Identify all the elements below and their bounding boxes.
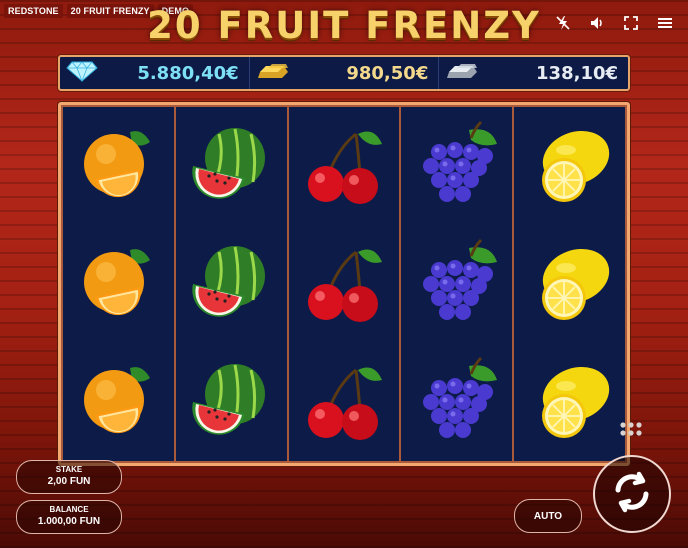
jackpot-diamond: 5.880,40€ xyxy=(60,57,250,89)
grapes-symbol xyxy=(411,118,503,214)
reel-1 xyxy=(63,107,174,461)
lemon-symbol xyxy=(524,354,616,450)
reel-5 xyxy=(514,107,625,461)
grapes-symbol xyxy=(411,236,503,332)
stake-label: STAKE xyxy=(55,465,83,474)
jackpot-silver: 138,10€ xyxy=(439,57,628,89)
jackpot-diamond-value: 5.880,40€ xyxy=(137,62,239,84)
reel-4 xyxy=(401,107,513,461)
diamond-icon xyxy=(66,60,98,87)
dots-grid-icon[interactable] xyxy=(619,421,643,437)
jackpot-gold-value: 980,50€ xyxy=(346,62,429,84)
reel-2 xyxy=(175,107,287,461)
lemon-symbol xyxy=(524,118,616,214)
cherry-symbol xyxy=(298,354,390,450)
balance-value: 1.000,00 FUN xyxy=(37,516,101,527)
balance-label: BALANCE xyxy=(49,505,89,514)
jackpot-silver-value: 138,10€ xyxy=(536,62,619,84)
watermelon-symbol xyxy=(185,354,277,450)
fullscreen-icon[interactable] xyxy=(622,14,640,32)
orange-symbol xyxy=(72,354,164,450)
jackpot-bar: 5.880,40€ 980,50€ 138,10€ xyxy=(58,55,630,91)
auto-button[interactable]: AUTO xyxy=(514,499,582,533)
watermelon-symbol xyxy=(185,118,277,214)
stake-value: 2,00 FUN xyxy=(47,476,91,487)
stake-button[interactable]: STAKE 2,00 FUN xyxy=(16,460,122,494)
silver-bar-icon xyxy=(445,60,479,87)
gold-bar-icon xyxy=(256,60,290,87)
menu-icon[interactable] xyxy=(656,14,674,32)
reel-grid xyxy=(58,102,630,466)
spin-button[interactable] xyxy=(593,455,671,533)
lightning-off-icon[interactable] xyxy=(554,14,572,32)
balance-display: BALANCE 1.000,00 FUN xyxy=(16,500,122,534)
jackpot-gold: 980,50€ xyxy=(250,57,440,89)
lemon-symbol xyxy=(524,236,616,332)
cherry-symbol xyxy=(298,118,390,214)
cherry-symbol xyxy=(298,236,390,332)
spin-arrows-icon xyxy=(610,470,654,519)
orange-symbol xyxy=(72,236,164,332)
orange-symbol xyxy=(72,118,164,214)
watermelon-symbol xyxy=(185,236,277,332)
top-toolbar xyxy=(554,14,674,32)
reel-3 xyxy=(288,107,400,461)
volume-icon[interactable] xyxy=(588,14,606,32)
grapes-symbol xyxy=(411,354,503,450)
